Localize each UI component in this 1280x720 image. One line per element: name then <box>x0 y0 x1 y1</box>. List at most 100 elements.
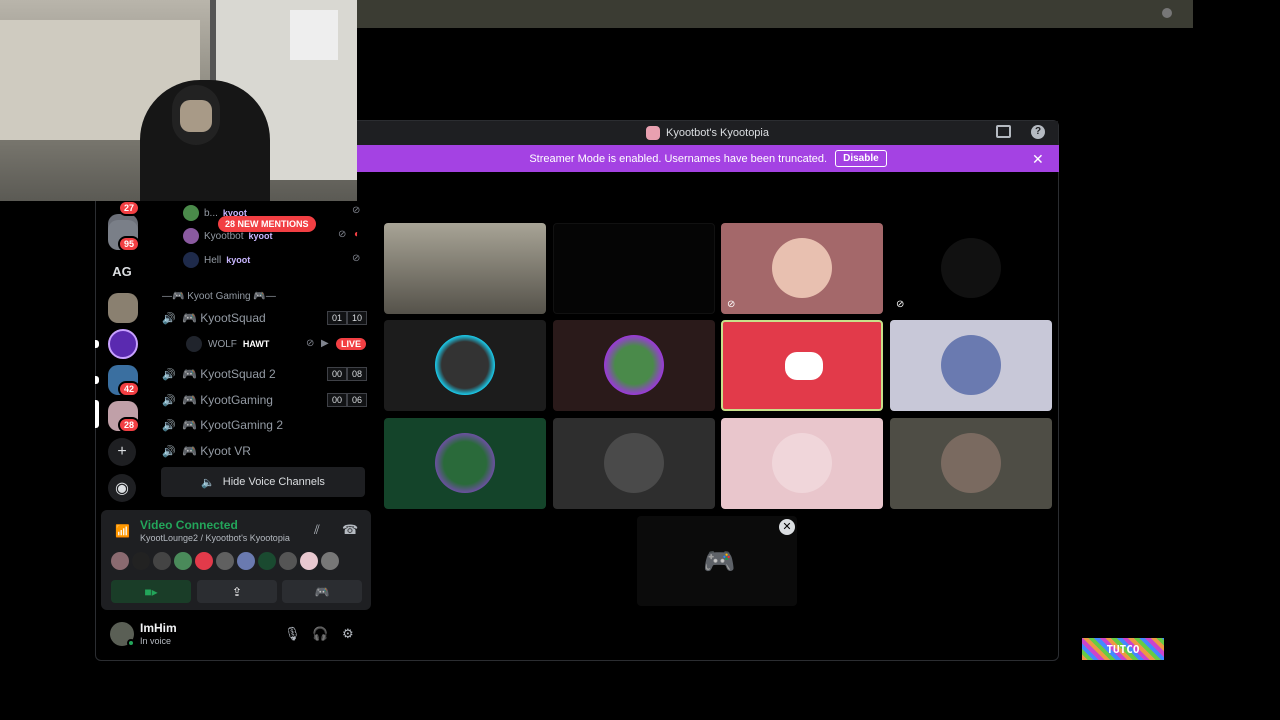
title-bar: Kyootbot's Kyootopia <box>357 121 1058 145</box>
selected-pill <box>95 400 99 428</box>
member-name: Kyootbot <box>204 230 244 242</box>
webcam-overlay <box>0 0 357 201</box>
participant-avatar[interactable] <box>279 552 297 570</box>
background-note <box>290 10 338 60</box>
voice-channel[interactable]: 🔊 🎮 Kyoot VR <box>162 440 367 462</box>
strip-dot <box>1162 8 1172 18</box>
video-tile[interactable] <box>553 320 715 411</box>
video-tile[interactable] <box>553 418 715 509</box>
voice-channel-name: 🎮 KyootGaming 2 <box>182 418 283 432</box>
close-icon[interactable]: ✕ <box>779 519 795 535</box>
help-icon[interactable]: ? <box>1031 125 1045 139</box>
voice-status-subtitle[interactable]: KyootLounge2 / Kyootbot's Kyootopia <box>140 533 290 543</box>
online-status-dot <box>127 639 135 647</box>
participant-avatar[interactable] <box>174 552 192 570</box>
participant-avatar[interactable] <box>132 552 150 570</box>
streamer-mode-bar: Streamer Mode is enabled. Usernames have… <box>357 145 1059 172</box>
avatar <box>772 433 832 493</box>
microphone-icon[interactable]: 🎙 <box>284 626 301 642</box>
video-tile[interactable]: ⊘ <box>721 223 883 314</box>
participant-avatar[interactable] <box>258 552 276 570</box>
avatar <box>183 252 199 268</box>
voice-channel-name: 🎮 KyootSquad <box>182 311 266 325</box>
voice-member-wolf[interactable]: WOLF HAWT <box>186 336 269 352</box>
participant-avatar[interactable] <box>195 552 213 570</box>
member-tag: kyoot <box>248 231 273 241</box>
category-header[interactable]: —🎮 Kyoot Gaming 🎮— <box>162 291 276 302</box>
game-controller-icon: 🎮 <box>703 546 736 576</box>
server-badge: 95 <box>118 236 141 252</box>
avatar <box>941 238 1001 298</box>
streaming-icon: ◐ <box>354 229 361 240</box>
voice-channel[interactable]: 🔊 🎮 KyootSquad 2 00 08 <box>162 363 367 385</box>
server-badge: 27 <box>118 200 141 216</box>
member-name: Hell <box>204 254 222 266</box>
username[interactable]: ImHim <box>140 621 177 635</box>
voice-channel-name: 🎮 KyootGaming <box>182 393 273 407</box>
user-counter: 01 10 <box>326 311 367 325</box>
avatar <box>186 336 202 352</box>
avatar <box>772 238 832 298</box>
speaker-icon: 🔊 <box>162 368 176 381</box>
settings-gear-icon[interactable]: ⚙ <box>342 626 354 642</box>
avatar <box>183 228 199 244</box>
avatar <box>435 335 495 395</box>
unread-pill <box>95 340 99 348</box>
camera-button[interactable]: ■▸ <box>111 580 191 603</box>
activity-button[interactable]: 🎮 <box>282 580 362 603</box>
participant-avatar[interactable] <box>216 552 234 570</box>
member-tag: HAWT <box>242 339 270 349</box>
server-icon-ag[interactable]: AG <box>107 256 137 286</box>
avatar <box>941 335 1001 395</box>
participant-avatar[interactable] <box>153 552 171 570</box>
user-counter: 00 08 <box>326 367 367 381</box>
member-tag: kyoot <box>226 255 251 265</box>
channel-list <box>150 200 376 510</box>
disable-button[interactable]: Disable <box>835 150 887 167</box>
video-tile[interactable]: ⊘ <box>890 223 1052 314</box>
video-tile[interactable] <box>384 418 546 509</box>
inbox-icon[interactable] <box>996 125 1011 138</box>
screen-share-button[interactable]: ⇪ <box>197 580 277 603</box>
video-tile[interactable] <box>890 418 1052 509</box>
server-icon <box>645 126 660 140</box>
participant-avatar[interactable] <box>111 552 129 570</box>
avatar <box>941 433 1001 493</box>
unread-pill <box>95 376 99 384</box>
hide-voice-label: Hide Voice Channels <box>222 476 325 488</box>
video-tile-discord[interactable] <box>721 320 883 411</box>
mic-off-icon: ⊘ <box>896 299 905 310</box>
explore-compass-icon[interactable]: ◉ <box>108 474 136 502</box>
disconnect-icon[interactable]: ☎ <box>342 522 358 538</box>
member-name: b... <box>204 207 218 219</box>
voice-channel[interactable]: 🔊 🎮 KyootSquad 01 10 <box>162 307 367 329</box>
noise-suppression-icon[interactable]: ⫽ <box>314 522 320 538</box>
participant-avatar[interactable] <box>237 552 255 570</box>
speaker-icon: 🔊 <box>162 312 176 325</box>
video-tile-empty[interactable] <box>553 223 715 314</box>
server-icon-3[interactable] <box>108 293 138 323</box>
video-tile-webcam[interactable] <box>384 223 546 314</box>
close-icon[interactable]: ✕ <box>1032 151 1044 168</box>
live-badge: LIVE <box>336 338 367 350</box>
signal-icon[interactable]: 📶 <box>115 524 130 538</box>
person-face <box>180 100 212 132</box>
video-tile[interactable] <box>890 320 1052 411</box>
server-badge: 28 <box>118 417 141 433</box>
video-tile[interactable] <box>384 320 546 411</box>
add-server-icon[interactable]: + <box>108 438 136 466</box>
hide-voice-channels-button[interactable]: 🔈 Hide Voice Channels <box>161 467 365 497</box>
window-title: Kyootbot's Kyootopia <box>645 126 769 140</box>
mic-off-icon: ⊘ <box>352 205 361 216</box>
headphones-icon[interactable]: 🎧 <box>312 626 328 642</box>
participant-avatar[interactable] <box>300 552 318 570</box>
voice-member[interactable]: Hell kyoot <box>183 252 250 268</box>
new-mentions-badge[interactable]: 28 NEW MENTIONS <box>218 216 316 232</box>
participant-avatar[interactable] <box>321 552 339 570</box>
voice-channel[interactable]: 🔊 🎮 KyootGaming 00 06 <box>162 389 367 411</box>
mic-off-icon: ⊘ <box>306 338 315 349</box>
avatar <box>604 433 664 493</box>
server-icon-content-central[interactable] <box>108 329 138 359</box>
video-tile[interactable] <box>721 418 883 509</box>
voice-channel[interactable]: 🔊 🎮 KyootGaming 2 <box>162 414 367 436</box>
